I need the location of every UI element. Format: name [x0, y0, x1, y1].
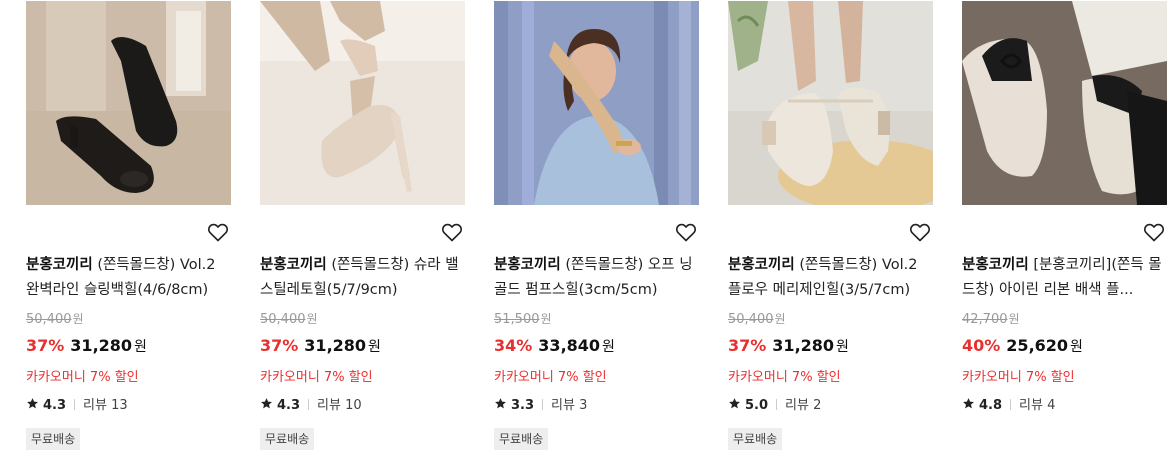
divider [1010, 399, 1012, 410]
sale-price-row: 37% 31,280 원 [260, 335, 381, 357]
original-price-unit: 원 [540, 312, 552, 326]
original-price-value: 50,400 [728, 312, 774, 327]
rating-score: 5.0 [745, 398, 769, 413]
original-price-value: 51,500 [494, 312, 540, 327]
product-grid-row: 분홍코끼리 (쫀득몰드창) Vol.2 완벽라인 슬링백힐(4/6/8cm) 5… [0, 0, 1171, 459]
original-price-unit: 원 [774, 312, 786, 326]
free-shipping-badge: 무료배송 [260, 428, 315, 450]
review-count: 리뷰 2 [785, 398, 822, 413]
original-price: 51,500원 [494, 310, 552, 327]
product-image[interactable] [260, 1, 465, 205]
promo-text: 카카오머니 7% 할인 [26, 370, 139, 385]
brand-name: 분홍코끼리 [728, 257, 795, 273]
sale-price-unit: 원 [1070, 339, 1083, 355]
sale-price-row: 37% 31,280 원 [728, 335, 849, 357]
sale-price-unit: 원 [368, 339, 381, 355]
free-shipping-badge: 무료배송 [26, 428, 81, 450]
wishlist-heart-icon[interactable] [908, 220, 932, 244]
star-icon [260, 397, 273, 410]
sale-price-unit: 원 [602, 339, 615, 355]
wishlist-heart-icon[interactable] [440, 220, 464, 244]
star-icon [494, 397, 507, 410]
product-title[interactable]: 분홍코끼리 [분홍코끼리](쫀득 몰드창) 아이린 리본 배색 플... [962, 253, 1167, 303]
rating-score: 3.3 [511, 398, 535, 413]
brand-name: 분홍코끼리 [260, 257, 327, 273]
product-title[interactable]: 분홍코끼리 (쫀득몰드창) 오프 닝 골드 펌프스힐(3cm/5cm) [494, 253, 699, 303]
rating-score: 4.3 [43, 398, 67, 413]
original-price-value: 42,700 [962, 312, 1008, 327]
discount-rate: 34% [494, 336, 533, 355]
original-price: 42,700원 [962, 310, 1020, 327]
review-count: 리뷰 4 [1019, 398, 1056, 413]
product-card[interactable]: 분홍코끼리 [분홍코끼리](쫀득 몰드창) 아이린 리본 배색 플... 42,… [962, 0, 1171, 459]
original-price-unit: 원 [72, 312, 84, 326]
product-title[interactable]: 분홍코끼리 (쫀득몰드창) Vol.2 플로우 메리제인힐(3/5/7cm) [728, 253, 933, 303]
original-price-unit: 원 [1008, 312, 1020, 326]
discount-rate: 37% [728, 336, 767, 355]
wishlist-heart-icon[interactable] [674, 220, 698, 244]
divider [542, 399, 544, 410]
product-image[interactable] [728, 1, 933, 205]
brand-name: 분홍코끼리 [962, 257, 1029, 273]
sale-price: 31,280 [70, 336, 133, 355]
sale-price: 31,280 [304, 336, 367, 355]
wishlist-heart-icon[interactable] [206, 220, 230, 244]
divider [308, 399, 310, 410]
promo-text: 카카오머니 7% 할인 [260, 370, 373, 385]
original-price: 50,400원 [728, 310, 786, 327]
sale-price-row: 37% 31,280 원 [26, 335, 147, 357]
review-count: 리뷰 13 [83, 398, 128, 413]
rating-row: 4.3 리뷰 10 [260, 397, 362, 415]
promo-text: 카카오머니 7% 할인 [494, 370, 607, 385]
rating-score: 4.8 [979, 398, 1003, 413]
promo-text: 카카오머니 7% 할인 [728, 370, 841, 385]
sale-price-unit: 원 [134, 339, 147, 355]
rating-row: 3.3 리뷰 3 [494, 397, 587, 415]
rating-row: 4.3 리뷰 13 [26, 397, 128, 415]
sale-price: 25,620 [1006, 336, 1069, 355]
product-title[interactable]: 분홍코끼리 (쫀득몰드창) 슈라 밸 스틸레토힐(5/7/9cm) [260, 253, 465, 303]
star-icon [962, 397, 975, 410]
discount-rate: 37% [26, 336, 65, 355]
sale-price-row: 40% 25,620 원 [962, 335, 1083, 357]
original-price-unit: 원 [306, 312, 318, 326]
rating-score: 4.3 [277, 398, 301, 413]
original-price-value: 50,400 [26, 312, 72, 327]
sale-price: 31,280 [772, 336, 835, 355]
product-card[interactable]: 분홍코끼리 (쫀득몰드창) 오프 닝 골드 펌프스힐(3cm/5cm) 51,5… [494, 0, 699, 459]
product-card[interactable]: 분홍코끼리 (쫀득몰드창) Vol.2 완벽라인 슬링백힐(4/6/8cm) 5… [26, 0, 231, 459]
free-shipping-badge: 무료배송 [494, 428, 549, 450]
brand-name: 분홍코끼리 [494, 257, 561, 273]
product-card[interactable]: 분홍코끼리 (쫀득몰드창) 슈라 밸 스틸레토힐(5/7/9cm) 50,400… [260, 0, 465, 459]
discount-rate: 40% [962, 336, 1001, 355]
rating-row: 4.8 리뷰 4 [962, 397, 1055, 415]
review-count: 리뷰 3 [551, 398, 588, 413]
product-card[interactable]: 분홍코끼리 (쫀득몰드창) Vol.2 플로우 메리제인힐(3/5/7cm) 5… [728, 0, 933, 459]
divider [74, 399, 76, 410]
product-image[interactable] [494, 1, 699, 205]
product-title[interactable]: 분홍코끼리 (쫀득몰드창) Vol.2 완벽라인 슬링백힐(4/6/8cm) [26, 253, 231, 303]
star-icon [728, 397, 741, 410]
review-count: 리뷰 10 [317, 398, 362, 413]
product-image[interactable] [26, 1, 231, 205]
sale-price-row: 34% 33,840 원 [494, 335, 615, 357]
promo-text: 카카오머니 7% 할인 [962, 370, 1075, 385]
sale-price-unit: 원 [836, 339, 849, 355]
original-price: 50,400원 [26, 310, 84, 327]
discount-rate: 37% [260, 336, 299, 355]
sale-price: 33,840 [538, 336, 601, 355]
star-icon [26, 397, 39, 410]
free-shipping-badge: 무료배송 [728, 428, 783, 450]
original-price-value: 50,400 [260, 312, 306, 327]
product-image[interactable] [962, 1, 1167, 205]
brand-name: 분홍코끼리 [26, 257, 93, 273]
divider [776, 399, 778, 410]
original-price: 50,400원 [260, 310, 318, 327]
rating-row: 5.0 리뷰 2 [728, 397, 821, 415]
wishlist-heart-icon[interactable] [1142, 220, 1166, 244]
